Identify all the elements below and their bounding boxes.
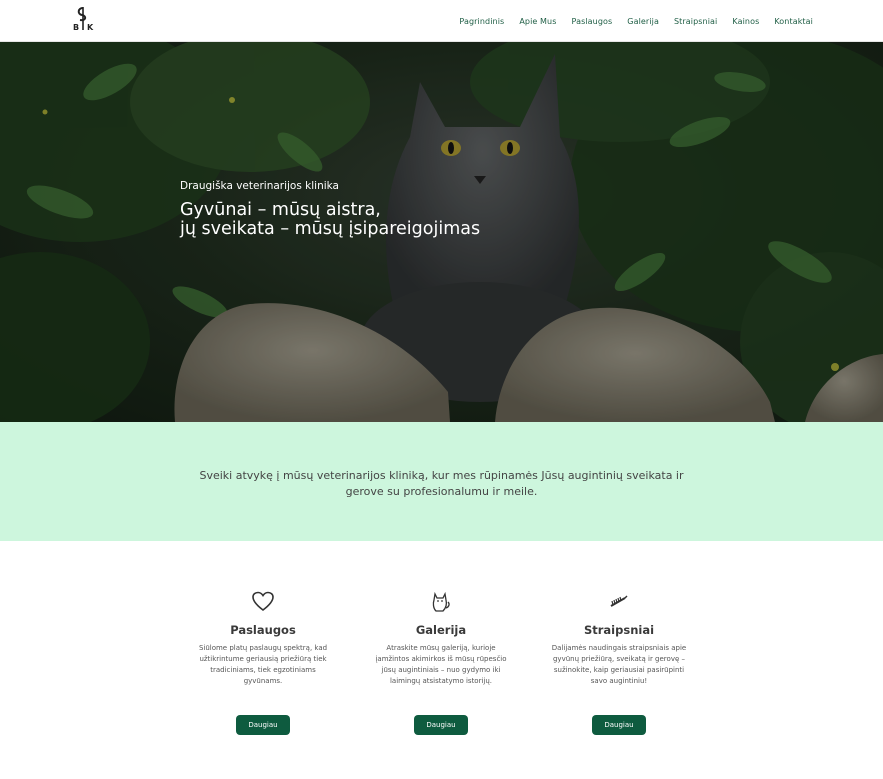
svg-text:B: B [73, 23, 79, 32]
intro-text: Sveiki atvykę į mūsų veterinarijos klini… [199, 469, 684, 498]
nav-link-apie-mus[interactable]: Apie Mus [519, 17, 556, 26]
hero-banner: Draugiška veterinarijos klinika Gyvūnai … [0, 42, 883, 422]
cat-icon [432, 591, 450, 612]
comb-icon [610, 595, 628, 607]
nav-link-pagrindinis[interactable]: Pagrindinis [459, 17, 504, 26]
card-text: Siūlome platų paslaugų spektrą, kad užti… [198, 644, 328, 685]
card-galerija: Galerija Atraskite mūsų galeriją, kurioj… [361, 590, 521, 687]
intro-section: Sveiki atvykę į mūsų veterinarijos klini… [0, 422, 883, 541]
card-title: Straipsniai [583, 623, 655, 637]
card-title: Galerija [415, 623, 467, 637]
hero-subtitle: Draugiška veterinarijos klinika [180, 180, 339, 192]
site-header: B K Pagrindinis Apie Mus Paslaugos Galer… [0, 0, 883, 42]
card-straipsniai: Straipsniai Dalijamės naudingais straips… [539, 590, 699, 687]
heart-icon [252, 591, 274, 612]
nav-link-paslaugos[interactable]: Paslaugos [572, 17, 613, 26]
hero-text-block: Draugiška veterinarijos klinika Gyvūnai … [180, 180, 480, 239]
svg-text:K: K [87, 23, 94, 32]
card-text: Dalijamės naudingais straipsniais apie g… [551, 644, 687, 685]
main-nav: Pagrindinis Apie Mus Paslaugos Galerija … [459, 0, 813, 42]
nav-link-kontaktai[interactable]: Kontaktai [774, 17, 813, 26]
hero-title: Gyvūnai – mūsų aistra, jų sveikata – mūs… [180, 201, 480, 239]
nav-link-straipsniai[interactable]: Straipsniai [674, 17, 717, 26]
daugiau-button-galerija[interactable]: Daugiau [414, 715, 468, 735]
card-paslaugos: Paslaugos Siūlome platų paslaugų spektrą… [183, 590, 343, 687]
daugiau-button-paslaugos[interactable]: Daugiau [236, 715, 290, 735]
clinic-logo[interactable]: B K [70, 6, 96, 32]
hero-title-line-1: Gyvūnai – mūsų aistra, [180, 200, 381, 220]
nav-link-kainos[interactable]: Kainos [732, 17, 759, 26]
daugiau-button-straipsniai[interactable]: Daugiau [592, 715, 646, 735]
card-title: Paslaugos [230, 623, 296, 637]
nav-link-galerija[interactable]: Galerija [627, 17, 659, 26]
hero-title-line-2: jų sveikata – mūsų įsipareigojimas [180, 219, 481, 239]
card-text: Atraskite mūsų galeriją, kurioje įamžint… [375, 644, 507, 685]
